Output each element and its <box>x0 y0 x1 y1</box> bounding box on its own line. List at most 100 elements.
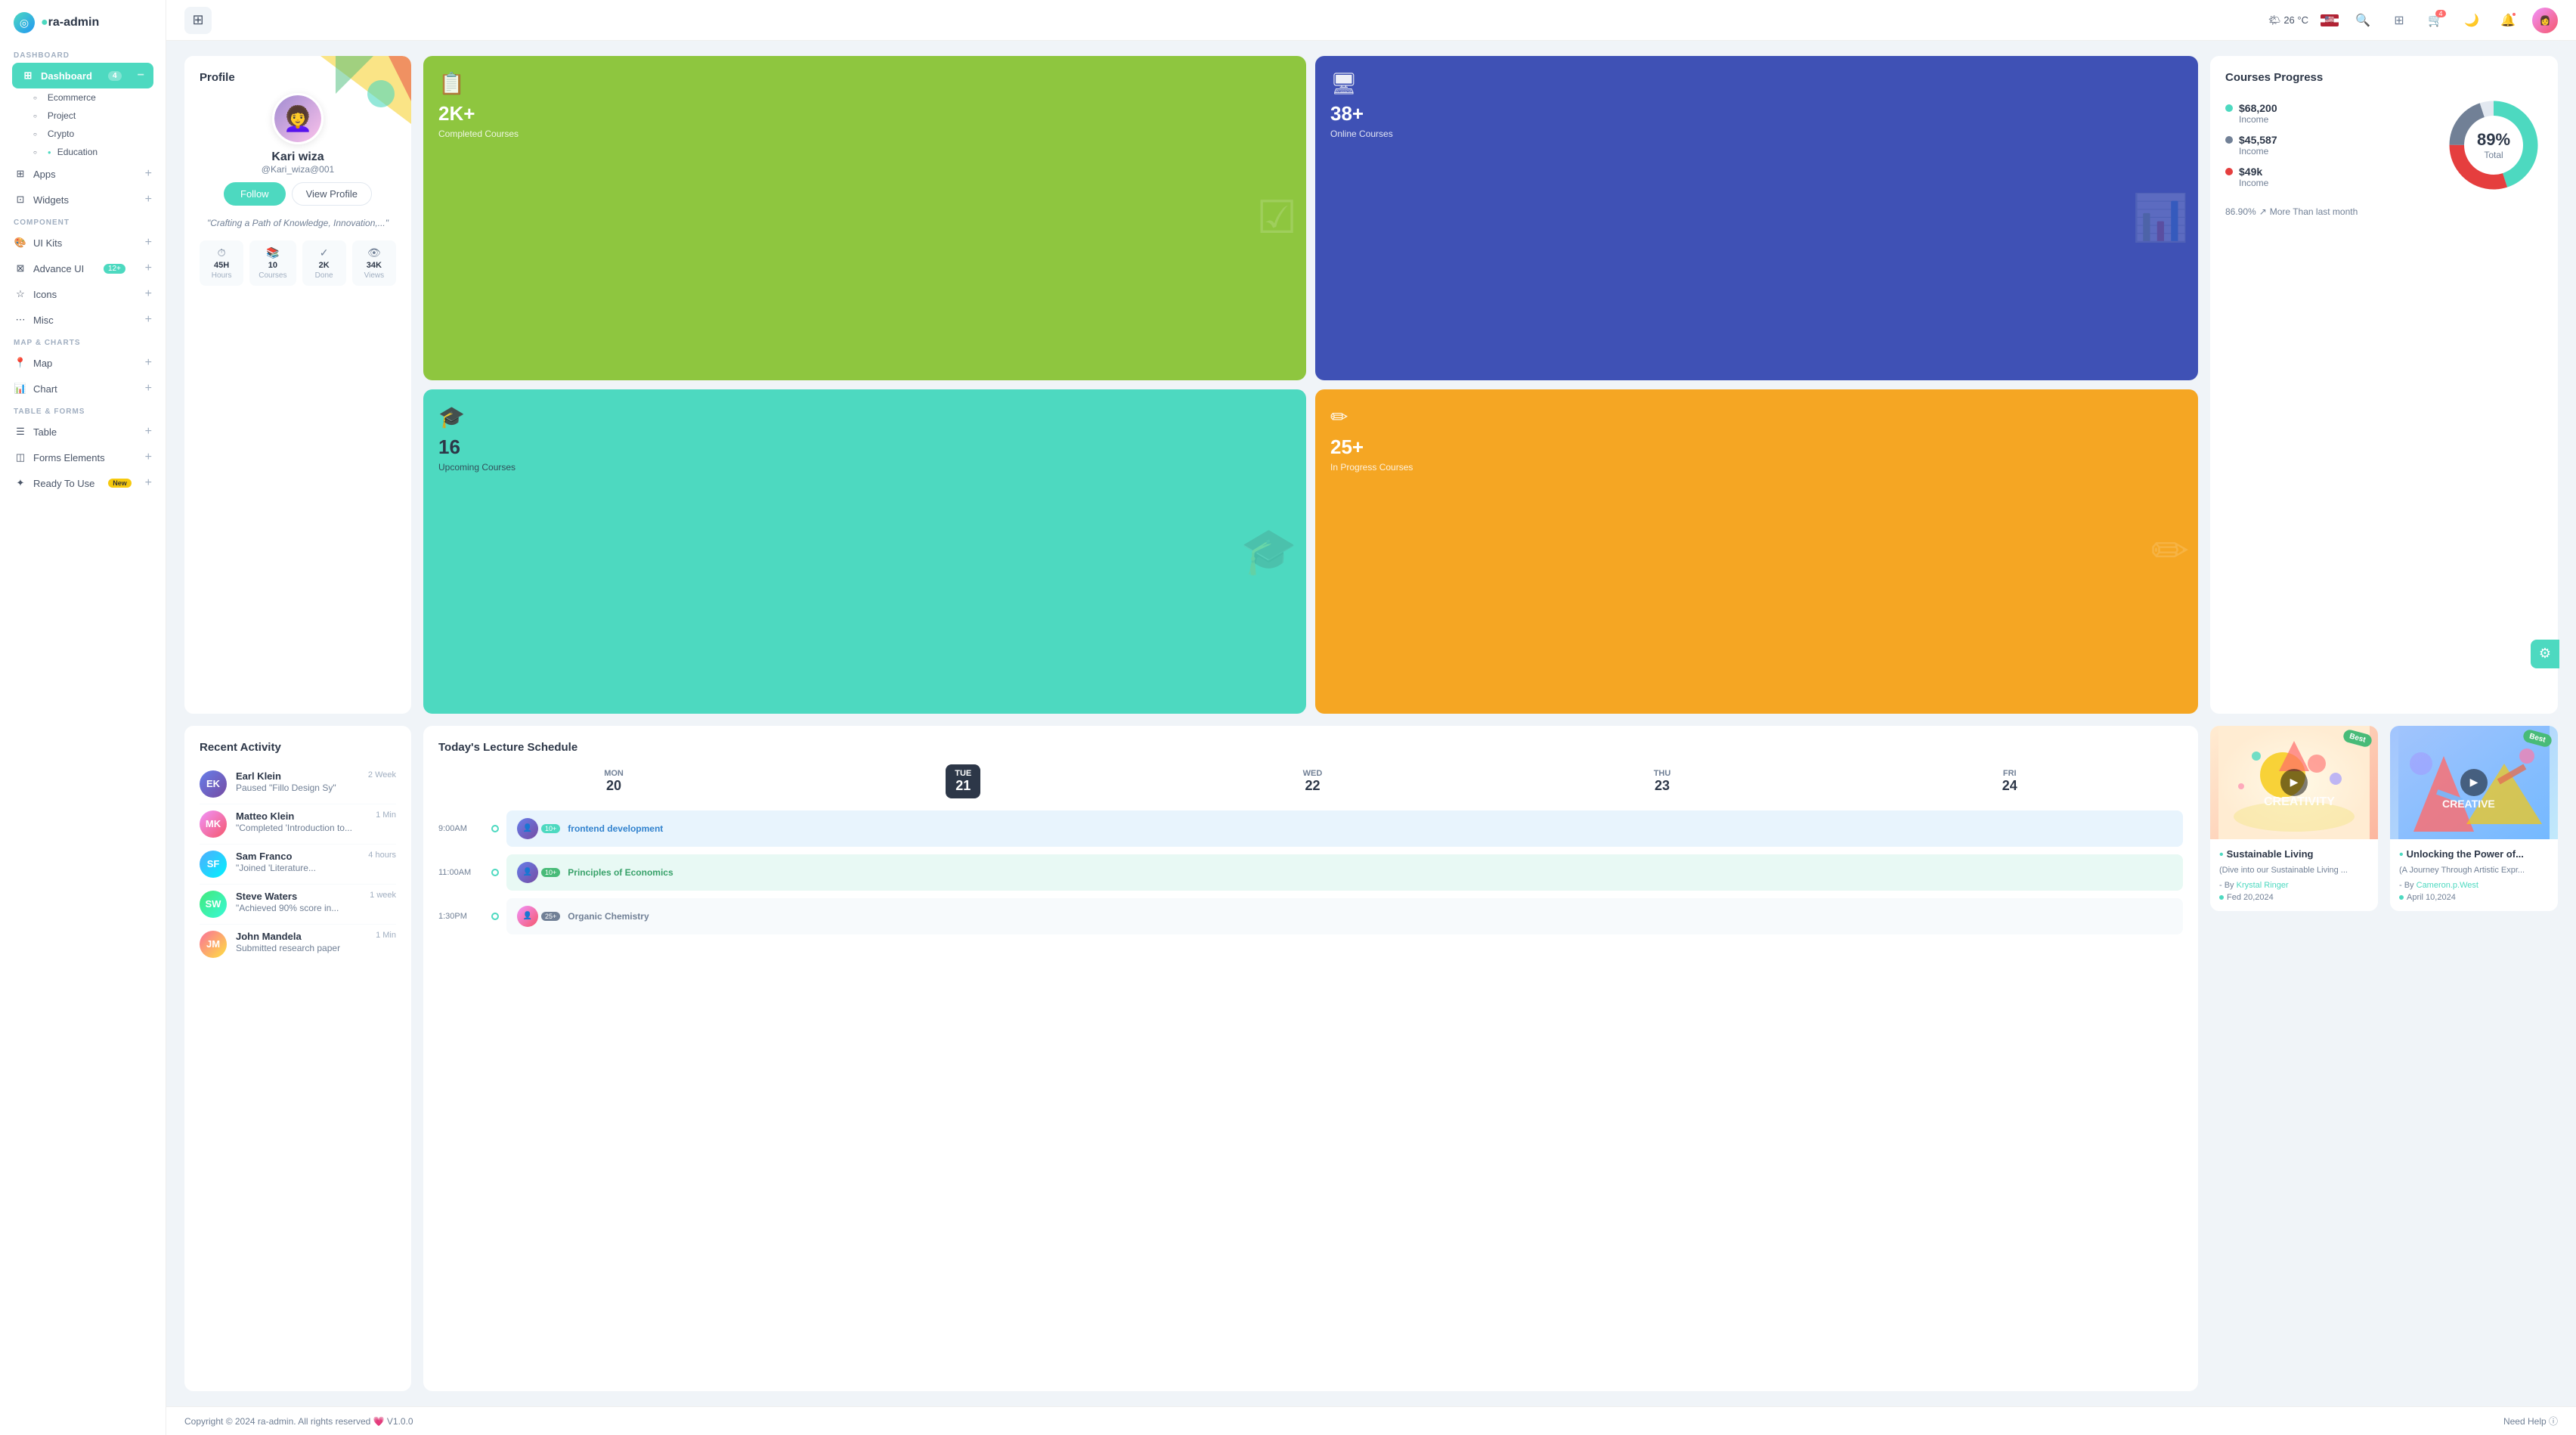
sidebar-item-table[interactable]: ☰ Table + <box>0 419 166 445</box>
apps-label: Apps <box>33 169 56 180</box>
project-label: Project <box>48 110 76 121</box>
topbar: ⊞ 🌤 26 °C 🇺🇸 🔍 ⊞ 🛒 4 🌙 🔔 👩 <box>166 0 2576 41</box>
sidebar-item-icons[interactable]: ☆ Icons + <box>0 281 166 307</box>
stat-courses: 📚 10 Courses <box>249 240 296 286</box>
day-fri[interactable]: FRI 24 <box>1993 764 2026 798</box>
table-expand[interactable]: + <box>145 425 152 439</box>
sidebar-item-ecommerce[interactable]: Ecommerce <box>24 88 166 107</box>
activity-time-1: 2 Week <box>368 770 396 779</box>
views-icon: 👁 <box>361 246 387 259</box>
legend-val-1: $68,200 <box>2239 102 2277 114</box>
sidebar-item-misc[interactable]: ⋯ Misc + <box>0 307 166 333</box>
forms-icon: ◫ <box>14 451 27 463</box>
sidebar-item-project[interactable]: Project <box>24 107 166 125</box>
stat-completed[interactable]: 📋 2K+ Completed Courses ☑ <box>423 56 1306 380</box>
misc-expand[interactable]: + <box>145 313 152 327</box>
grid-button[interactable]: ⊞ <box>2387 8 2411 33</box>
activity-time-3: 4 hours <box>368 851 396 860</box>
featured-img-2: CREATIVE ▶ Best <box>2390 726 2558 839</box>
sidebar-item-education[interactable]: ● Education <box>24 143 166 161</box>
language-flag[interactable]: 🇺🇸 <box>2321 14 2339 26</box>
completed-val: 2K+ <box>438 102 1291 126</box>
search-button[interactable]: 🔍 <box>2351 8 2375 33</box>
sidebar-item-advanceui[interactable]: ⊠ Advance UI 12+ + <box>0 256 166 281</box>
progress-content: $68,200 Income $45,587 Income <box>2225 96 2543 194</box>
featured-bullet-2: • Unlocking the Power of... <box>2399 848 2549 863</box>
day-thu[interactable]: THU 23 <box>1645 764 1680 798</box>
logo[interactable]: ◎ ●ra-admin <box>0 0 166 45</box>
sidebar-item-apps[interactable]: ⊞ Apps + <box>0 161 166 187</box>
cart-button[interactable]: 🛒 4 <box>2423 8 2448 33</box>
chart-label: Chart <box>33 383 57 395</box>
sidebar-item-widgets[interactable]: ⊡ Widgets + <box>0 187 166 212</box>
schedule-card-1[interactable]: 👤 10+ frontend development <box>506 810 2183 847</box>
notifications-button[interactable]: 🔔 <box>2496 8 2520 33</box>
ecommerce-label: Ecommerce <box>48 92 96 103</box>
schedule-title-3: Organic Chemistry <box>568 911 649 922</box>
sidebar-item-map[interactable]: 📍 Map + <box>0 350 166 376</box>
weather-icon: 🌤 <box>2268 14 2281 26</box>
schedule-time-1: 9:00AM <box>438 824 484 833</box>
forms-expand[interactable]: + <box>145 451 152 464</box>
stats-grid: 📋 2K+ Completed Courses ☑ 🖥 38+ Online C… <box>423 56 2198 714</box>
table-icon: ☰ <box>14 426 27 438</box>
schedule-item-1: 9:00AM 👤 10+ frontend development <box>438 810 2183 847</box>
svg-text:CREATIVITY: CREATIVITY <box>2264 795 2335 808</box>
featured-date-1: Fed 20,2024 <box>2219 893 2369 902</box>
featured-author-link-2[interactable]: Cameron.p.West <box>2417 881 2478 890</box>
featured-body-2: • Unlocking the Power of... (A Journey T… <box>2390 839 2558 911</box>
readytouse-expand[interactable]: + <box>145 476 152 490</box>
follow-button[interactable]: Follow <box>224 182 286 206</box>
featured-card-2[interactable]: CREATIVE ▶ Best • Unlocking the Power of… <box>2390 726 2558 911</box>
activity-name-2: Matteo Klein <box>236 810 367 822</box>
settings-fab[interactable]: ⚙ <box>2531 640 2559 668</box>
play-button-2[interactable]: ▶ <box>2460 769 2488 796</box>
day-mon[interactable]: MON 20 <box>595 764 633 798</box>
schedule-card-2[interactable]: 👤 10+ Principles of Economics <box>506 854 2183 891</box>
participant-count-1: 10+ <box>541 824 560 833</box>
sidebar-item-uikits[interactable]: 🎨 UI Kits + <box>0 230 166 256</box>
misc-icon: ⋯ <box>14 314 27 326</box>
icons-expand[interactable]: + <box>145 287 152 301</box>
view-profile-button[interactable]: View Profile <box>292 182 372 206</box>
completed-label: Completed Courses <box>438 129 1291 139</box>
stat-upcoming[interactable]: 🎓 16 Upcoming Courses 🎓 <box>423 389 1306 714</box>
map-expand[interactable]: + <box>145 356 152 370</box>
date-text-2: April 10,2024 <box>2407 893 2456 902</box>
user-avatar[interactable]: 👩 <box>2532 8 2558 33</box>
day-tue[interactable]: TUE 21 <box>946 764 980 798</box>
sidebar-item-dashboard[interactable]: ⊞ Dashboard 4 − <box>12 63 153 88</box>
schedule-card-3[interactable]: 👤 25+ Organic Chemistry <box>506 898 2183 934</box>
featured-img-1: CREATIVITY ▶ Best <box>2210 726 2378 839</box>
day-thu-num: 23 <box>1654 778 1671 794</box>
theme-toggle[interactable]: 🌙 <box>2460 8 2484 33</box>
featured-section: CREATIVITY ▶ Best • Sustainable Li <box>2210 726 2558 1392</box>
featured-author-link-1[interactable]: Krystal Ringer <box>2237 881 2289 890</box>
sidebar-item-chart[interactable]: 📊 Chart + <box>0 376 166 401</box>
day-fri-name: FRI <box>2002 769 2017 778</box>
profile-stats: ⏱ 45H Hours 📚 10 Courses ✓ 2K Done 👁 34K <box>200 240 396 286</box>
widgets-expand[interactable]: + <box>145 193 152 206</box>
sidebar-item-forms[interactable]: ◫ Forms Elements + <box>0 445 166 470</box>
featured-card-1[interactable]: CREATIVITY ▶ Best • Sustainable Li <box>2210 726 2378 911</box>
menu-toggle[interactable]: ⊞ <box>184 7 212 34</box>
completed-icon: 📋 <box>438 71 1291 96</box>
sidebar-item-crypto[interactable]: Crypto <box>24 125 166 143</box>
courses-progress-title: Courses Progress <box>2225 71 2543 84</box>
advanceui-expand[interactable]: + <box>145 262 152 275</box>
sidebar-item-readytouse[interactable]: ✦ Ready To Use New + <box>0 470 166 496</box>
stat-inprogress[interactable]: ✏ 25+ In Progress Courses ✏ <box>1315 389 2198 714</box>
stat-online[interactable]: 🖥 38+ Online Courses 📊 <box>1315 56 2198 380</box>
inprogress-label: In Progress Courses <box>1330 462 2183 473</box>
activity-info-5: John Mandela Submitted research paper <box>236 931 367 953</box>
footer-help[interactable]: Need Help ⓘ <box>2503 1415 2558 1427</box>
play-button-1[interactable]: ▶ <box>2280 769 2308 796</box>
uikits-expand[interactable]: + <box>145 236 152 249</box>
dashboard-collapse[interactable]: − <box>138 69 144 82</box>
apps-expand[interactable]: + <box>145 167 152 181</box>
sidebar: ◎ ●ra-admin DASHBOARD ⊞ Dashboard 4 − Ec… <box>0 0 166 1435</box>
activity-avatar-5: JM <box>200 931 227 958</box>
day-wed[interactable]: WED 22 <box>1294 764 1332 798</box>
recent-activity-title: Recent Activity <box>200 741 396 754</box>
chart-expand[interactable]: + <box>145 382 152 395</box>
